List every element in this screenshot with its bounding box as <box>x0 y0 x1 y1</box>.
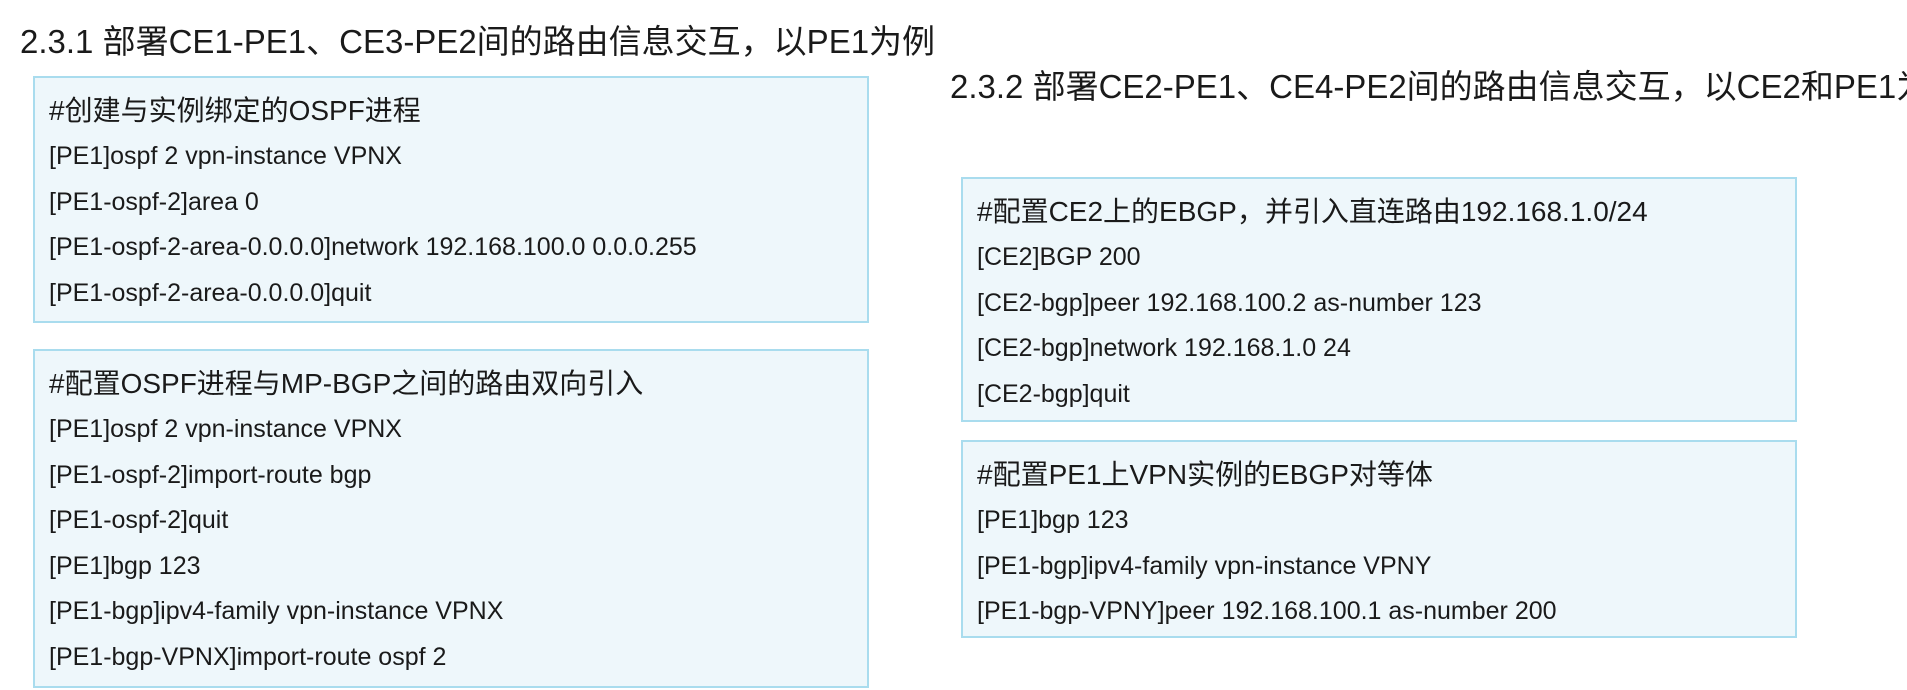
code-box-route-import: #配置OSPF进程与MP-BGP之间的路由双向引入 [PE1]ospf 2 vp… <box>33 349 869 688</box>
code-box-title: #创建与实例绑定的OSPF进程 <box>49 95 421 126</box>
code-line: [CE2-bgp]peer 192.168.100.2 as-number 12… <box>977 288 1482 317</box>
section-heading-2-3-1: 2.3.1 部署CE1-PE1、CE3-PE2间的路由信息交互，以PE1为例 <box>20 23 936 60</box>
code-line: [CE2-bgp]quit <box>977 379 1130 408</box>
code-line: [CE2-bgp]network 192.168.1.0 24 <box>977 334 1351 362</box>
code-box-pe1-ebgp-peer: #配置PE1上VPN实例的EBGP对等体 [PE1]bgp 123 [PE1-b… <box>961 440 1797 638</box>
code-line: [PE1-ospf-2-area-0.0.0.0]quit <box>49 278 372 307</box>
document-page: 2.3.1 部署CE1-PE1、CE3-PE2间的路由信息交互，以PE1为例 2… <box>0 0 1907 690</box>
code-line: [PE1]ospf 2 vpn-instance VPNX <box>49 142 402 170</box>
code-line: [PE1-ospf-2]quit <box>49 506 229 534</box>
code-box-title: #配置OSPF进程与MP-BGP之间的路由双向引入 <box>49 368 644 399</box>
code-line: [PE1]bgp 123 <box>49 551 201 580</box>
code-line: [PE1-ospf-2-area-0.0.0.0]network 192.168… <box>49 233 697 261</box>
section-heading-2-3-2: 2.3.2 部署CE2-PE1、CE4-PE2间的路由信息交互，以CE2和PE1… <box>950 68 1907 105</box>
code-line: [PE1-bgp-VPNX]import-route ospf 2 <box>49 642 447 671</box>
code-line: [PE1-bgp-VPNY]peer 192.168.100.1 as-numb… <box>977 597 1557 625</box>
code-box-title: #配置CE2上的EBGP，并引入直连路由192.168.1.0/24 <box>977 196 1648 227</box>
code-box-ospf-process: #创建与实例绑定的OSPF进程 [PE1]ospf 2 vpn-instance… <box>33 76 869 323</box>
code-box-ce2-ebgp: #配置CE2上的EBGP，并引入直连路由192.168.1.0/24 [CE2]… <box>961 177 1797 422</box>
code-line: [PE1]ospf 2 vpn-instance VPNX <box>49 415 402 443</box>
code-line: [PE1-bgp]ipv4-family vpn-instance VPNY <box>977 551 1432 580</box>
code-line: [PE1]bgp 123 <box>977 506 1129 534</box>
code-box-title: #配置PE1上VPN实例的EBGP对等体 <box>977 459 1433 490</box>
code-line: [CE2]BGP 200 <box>977 243 1141 271</box>
code-line: [PE1-bgp]ipv4-family vpn-instance VPNX <box>49 597 504 625</box>
code-line: [PE1-ospf-2]area 0 <box>49 187 259 216</box>
code-line: [PE1-ospf-2]import-route bgp <box>49 460 372 489</box>
